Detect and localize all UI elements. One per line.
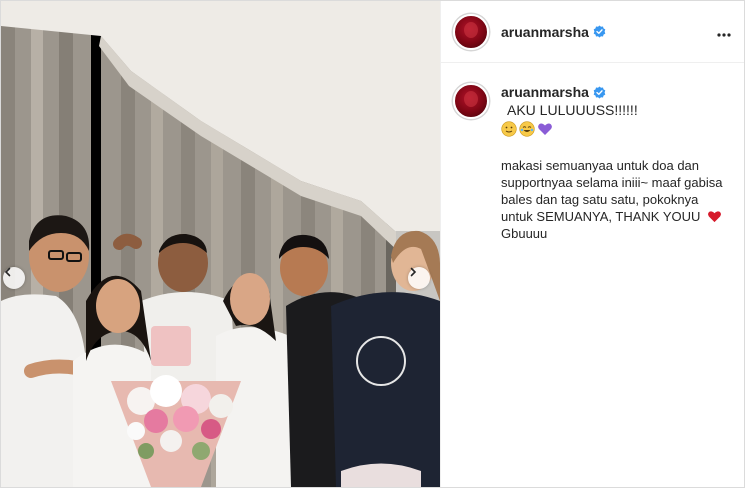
group-photo-illustration bbox=[1, 1, 440, 487]
caption-emojis bbox=[501, 121, 731, 137]
chevron-left-icon bbox=[4, 267, 11, 277]
caption-body-text: makasi semuanyaa untuk doa dan supportny… bbox=[501, 158, 723, 224]
caption-avatar[interactable] bbox=[453, 83, 489, 119]
post-photo[interactable] bbox=[1, 1, 440, 487]
red-heart-emoji bbox=[708, 211, 721, 223]
more-options-button[interactable] bbox=[717, 26, 731, 37]
crying-laughing-face-emoji bbox=[519, 121, 535, 137]
more-dots-icon bbox=[717, 33, 731, 37]
caption-headline: AKU LULUUUSS!!!!!! bbox=[507, 102, 638, 118]
purple-heart-emoji bbox=[538, 123, 552, 135]
post-caption: aruanmarsha AKU LULUUUSS!!!!!! makasi se… bbox=[441, 63, 744, 242]
verified-badge-icon bbox=[593, 25, 606, 38]
avatar[interactable] bbox=[453, 13, 489, 50]
post-header: aruanmarsha bbox=[441, 1, 744, 63]
caption-username-link[interactable]: aruanmarsha bbox=[501, 83, 589, 101]
previous-photo-button[interactable] bbox=[3, 267, 25, 289]
username-link[interactable]: aruanmarsha bbox=[501, 24, 589, 40]
caption-closing-text: Gbuuuu bbox=[501, 226, 548, 241]
caption-text: makasi semuanyaa untuk doa dan supportny… bbox=[501, 157, 723, 242]
chevron-right-icon bbox=[410, 267, 417, 277]
verified-badge-icon bbox=[593, 86, 606, 99]
next-photo-button[interactable] bbox=[408, 267, 430, 289]
instagram-post: aruanmarsha aruanmarsha AKU LULUUUSS!!!!… bbox=[0, 0, 745, 488]
post-sidebar: aruanmarsha aruanmarsha AKU LULUUUSS!!!!… bbox=[440, 1, 744, 487]
smiling-face-emoji bbox=[501, 121, 517, 137]
